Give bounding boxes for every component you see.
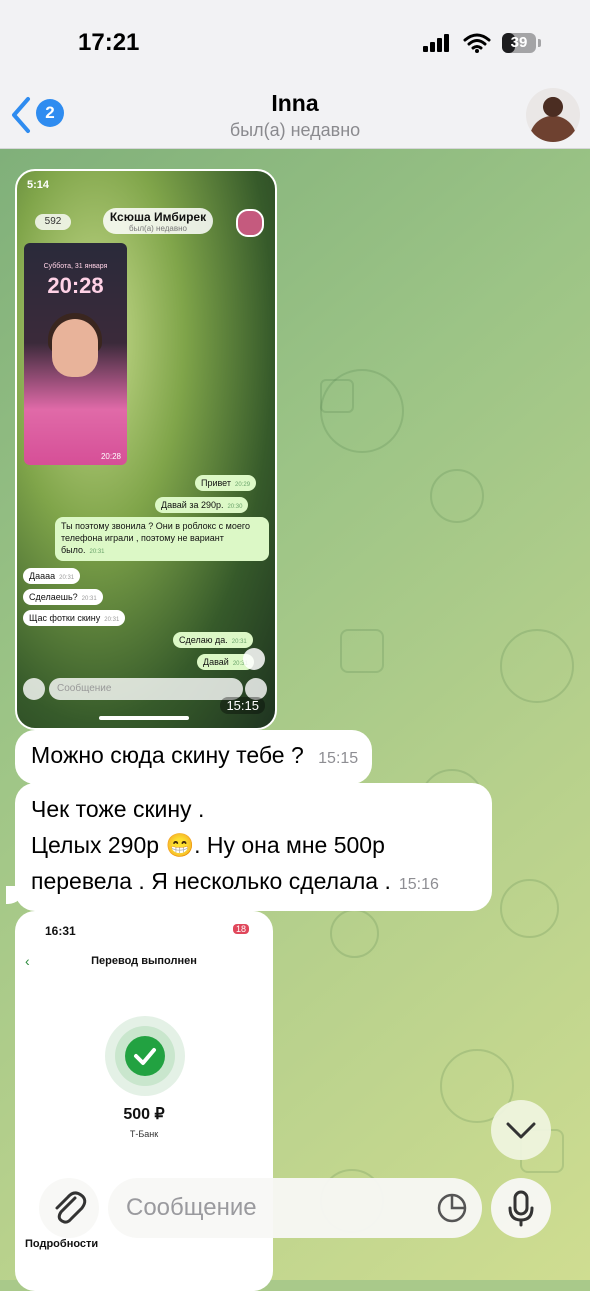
lockscreen-date: Суббота, 31 января	[43, 263, 108, 270]
photo-contact-name: Ксюша Имбирек	[109, 210, 207, 224]
lockscreen-photo: Суббота, 31 января 20:28 20:28	[24, 243, 127, 465]
battery-tip	[538, 39, 541, 47]
message-time: 15:15	[318, 750, 359, 767]
photo-msg: Давай за 290р. 20:30	[155, 497, 249, 513]
battery-level: 39	[510, 34, 528, 51]
success-check	[105, 1016, 185, 1096]
status-time: 17:21	[78, 29, 140, 56]
message-line: Чек тоже скину .	[31, 796, 205, 822]
message-line: Целых 290р 😁. Ну она мне 500р	[31, 832, 385, 858]
avatar[interactable]	[526, 88, 580, 142]
photo-chat-header: Ксюша Имбирек был(а) недавно	[103, 208, 213, 234]
attach-icon	[55, 1191, 87, 1224]
check-icon	[134, 1048, 156, 1065]
photo-input: Сообщение	[49, 678, 243, 700]
message-input[interactable]: Сообщение	[108, 1178, 482, 1238]
message-text: Можно сюда скину тебе ?	[31, 742, 304, 768]
top-bar: 17:21 39 2 Inna был(а) недавно	[0, 0, 590, 149]
receipt-details: Подробности	[25, 1238, 99, 1250]
message-time: 15:16	[398, 876, 439, 893]
battery-icon: 39	[502, 33, 536, 53]
message-line-with-time: перевела . Я несколько сделала . 15:16	[31, 868, 439, 894]
photo-contact-status: был(а) недавно	[129, 224, 187, 233]
photo-attach-icon	[23, 678, 45, 700]
mic-icon	[508, 1190, 534, 1227]
chevron-down-icon	[506, 1122, 536, 1139]
message-time: 15:15	[220, 697, 265, 714]
photo-msg: Щас фотки скину 20:31	[23, 610, 126, 626]
photo-msg: Даааа 20:31	[23, 568, 81, 584]
photo-msg: Ты поэтому звонила ? Они в роблокс с мое…	[55, 517, 269, 561]
scroll-down-button[interactable]	[491, 1100, 551, 1160]
receipt-bank: Т-Банк	[129, 1129, 159, 1139]
chat-subtitle: был(а) недавно	[229, 120, 361, 140]
photo-msg: Сделаешь? 20:31	[23, 589, 103, 605]
attach-button[interactable]	[39, 1178, 99, 1238]
photo-msg: Сделаю да. 20:31	[173, 632, 253, 648]
lockscreen-time: 20:28	[47, 273, 104, 298]
receipt-battery: 18	[233, 924, 250, 934]
photo-message[interactable]: 5:14 592 Ксюша Имбирек был(а) недавно Су…	[15, 169, 277, 730]
portrait-face	[52, 319, 98, 377]
receipt-amount: 500 ₽	[123, 1106, 165, 1123]
signal-icon	[423, 34, 453, 52]
photo-back-count: 592	[35, 214, 71, 230]
voice-message-button[interactable]	[491, 1178, 551, 1238]
message-input-placeholder: Сообщение	[126, 1194, 257, 1221]
chat-title[interactable]: Inna	[0, 90, 590, 117]
sticker-icon[interactable]	[436, 1192, 468, 1224]
receipt-title: Перевод выполнен	[91, 955, 197, 967]
photo-chevron-down-icon	[243, 648, 265, 670]
lockscreen-small-time: 20:28	[100, 452, 121, 461]
receipt-status-time: 16:31	[45, 924, 76, 938]
photo-status-time: 5:14	[27, 179, 50, 191]
wifi-icon	[463, 33, 491, 53]
photo-msg: Привет 20:29	[195, 475, 257, 491]
message-bubble[interactable]: Можно сюда скину тебе ? 15:15	[15, 730, 373, 784]
photo-contact-avatar	[236, 209, 264, 237]
photo-home-indicator	[99, 716, 189, 720]
message-bubble[interactable]: Чек тоже скину . Целых 290р 😁. Ну она мн…	[15, 783, 492, 911]
